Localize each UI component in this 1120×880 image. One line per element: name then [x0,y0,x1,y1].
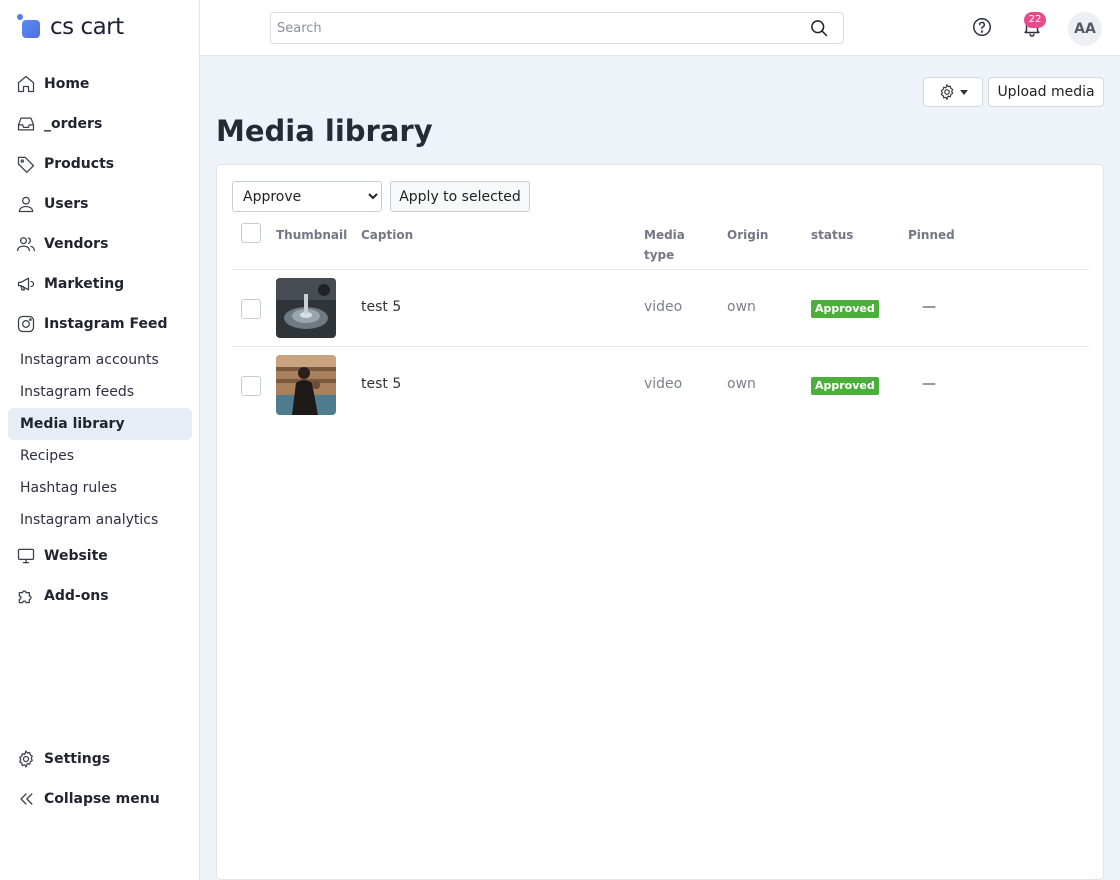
user-icon [16,194,36,214]
sidebar-item-instagram-feed[interactable]: Instagram Feed [8,308,192,340]
status-badge: Approved [811,300,879,318]
pinned-cell: — [922,299,936,315]
sidebar-subitem-instagram-accounts[interactable]: Instagram accounts [8,344,192,376]
sidebar-subitem-instagram-feeds[interactable]: Instagram feeds [8,376,192,408]
sidebar-item-label: Products [44,156,115,172]
help-icon[interactable] [971,16,993,38]
sidebar-subitem-recipes[interactable]: Recipes [8,440,192,472]
bulk-action-select[interactable]: Approve [232,181,382,212]
logo[interactable]: cs cart [16,10,124,44]
notifications-badge: 22 [1024,12,1046,28]
sidebar-item-label: Home [44,76,90,92]
sidebar-item-settings[interactable]: Settings [8,743,192,775]
settings-dropdown-button[interactable] [923,77,983,107]
topbar: 22 AA [200,0,1120,56]
puzzle-icon [16,586,36,606]
thumbnail-image [276,355,336,415]
upload-media-button[interactable]: Upload media [988,77,1104,107]
sidebar-item-label: _orders [44,116,103,132]
thumbnail-image [276,278,336,338]
sidebar: cs cart Home _orders Products Users Vend… [0,0,200,880]
row-divider [232,269,1089,270]
gear-icon [16,749,36,769]
column-header-origin: Origin [727,228,769,242]
sidebar-item-label: Collapse menu [44,791,160,807]
page-title: Media library [216,114,433,148]
media-type-cell: video [644,299,683,315]
sidebar-item-orders[interactable]: _orders [8,108,192,140]
sidebar-item-products[interactable]: Products [8,148,192,180]
logo-mark-icon [16,13,44,41]
row-checkbox[interactable] [241,299,261,319]
column-header-pinned: Pinned [908,228,955,242]
gear-icon [940,83,954,101]
row-checkbox[interactable] [241,376,261,396]
column-header-caption: Caption [361,228,414,242]
pinned-cell: — [922,376,936,392]
sidebar-subitem-media-library[interactable]: Media library [8,408,192,440]
instagram-icon [16,314,36,334]
avatar[interactable]: AA [1068,12,1102,46]
double-chevron-left-icon [16,789,36,809]
media-type-cell: video [644,376,683,392]
sidebar-item-users[interactable]: Users [8,188,192,220]
sidebar-item-marketing[interactable]: Marketing [8,268,192,300]
sidebar-item-label: Settings [44,751,111,767]
sidebar-item-label: Instagram Feed [44,316,168,332]
sidebar-item-collapse-menu[interactable]: Collapse menu [8,783,192,815]
sidebar-item-label: Website [44,548,108,564]
apply-to-selected-button[interactable]: Apply to selected [390,181,530,212]
home-icon [16,74,36,94]
origin-cell: own [727,376,756,392]
column-header-media-type: Media type [644,228,685,262]
sidebar-item-home[interactable]: Home [8,68,192,100]
sidebar-subitem-hashtag-rules[interactable]: Hashtag rules [8,472,192,504]
inbox-icon [16,114,36,134]
select-all-checkbox[interactable] [241,223,261,243]
sidebar-item-label: Marketing [44,276,125,292]
sidebar-item-label: Add-ons [44,588,109,604]
caret-down-icon [960,89,968,95]
row-divider [232,346,1089,347]
search-box [270,12,844,44]
sidebar-item-label: Vendors [44,236,109,252]
search-input[interactable] [271,13,791,43]
megaphone-icon [16,274,36,294]
logo-text: cs cart [50,14,124,40]
media-thumbnail[interactable] [276,355,336,415]
column-header-status: status [811,228,854,242]
sidebar-item-add-ons[interactable]: Add-ons [8,580,192,612]
sidebar-item-label: Users [44,196,89,212]
status-badge: Approved [811,377,879,395]
tag-icon [16,154,36,174]
search-icon[interactable] [809,18,829,38]
sidebar-item-vendors[interactable]: Vendors [8,228,192,260]
caption-cell[interactable]: test 5 [361,299,401,315]
sidebar-subitem-instagram-analytics[interactable]: Instagram analytics [8,504,192,536]
media-table-card: Approve Apply to selected Thumbnail Capt… [216,164,1104,880]
monitor-icon [16,546,36,566]
media-thumbnail[interactable] [276,278,336,338]
origin-cell: own [727,299,756,315]
users-icon [16,234,36,254]
caption-cell[interactable]: test 5 [361,376,401,392]
column-header-thumbnail: Thumbnail [276,228,348,242]
sidebar-item-website[interactable]: Website [8,540,192,572]
